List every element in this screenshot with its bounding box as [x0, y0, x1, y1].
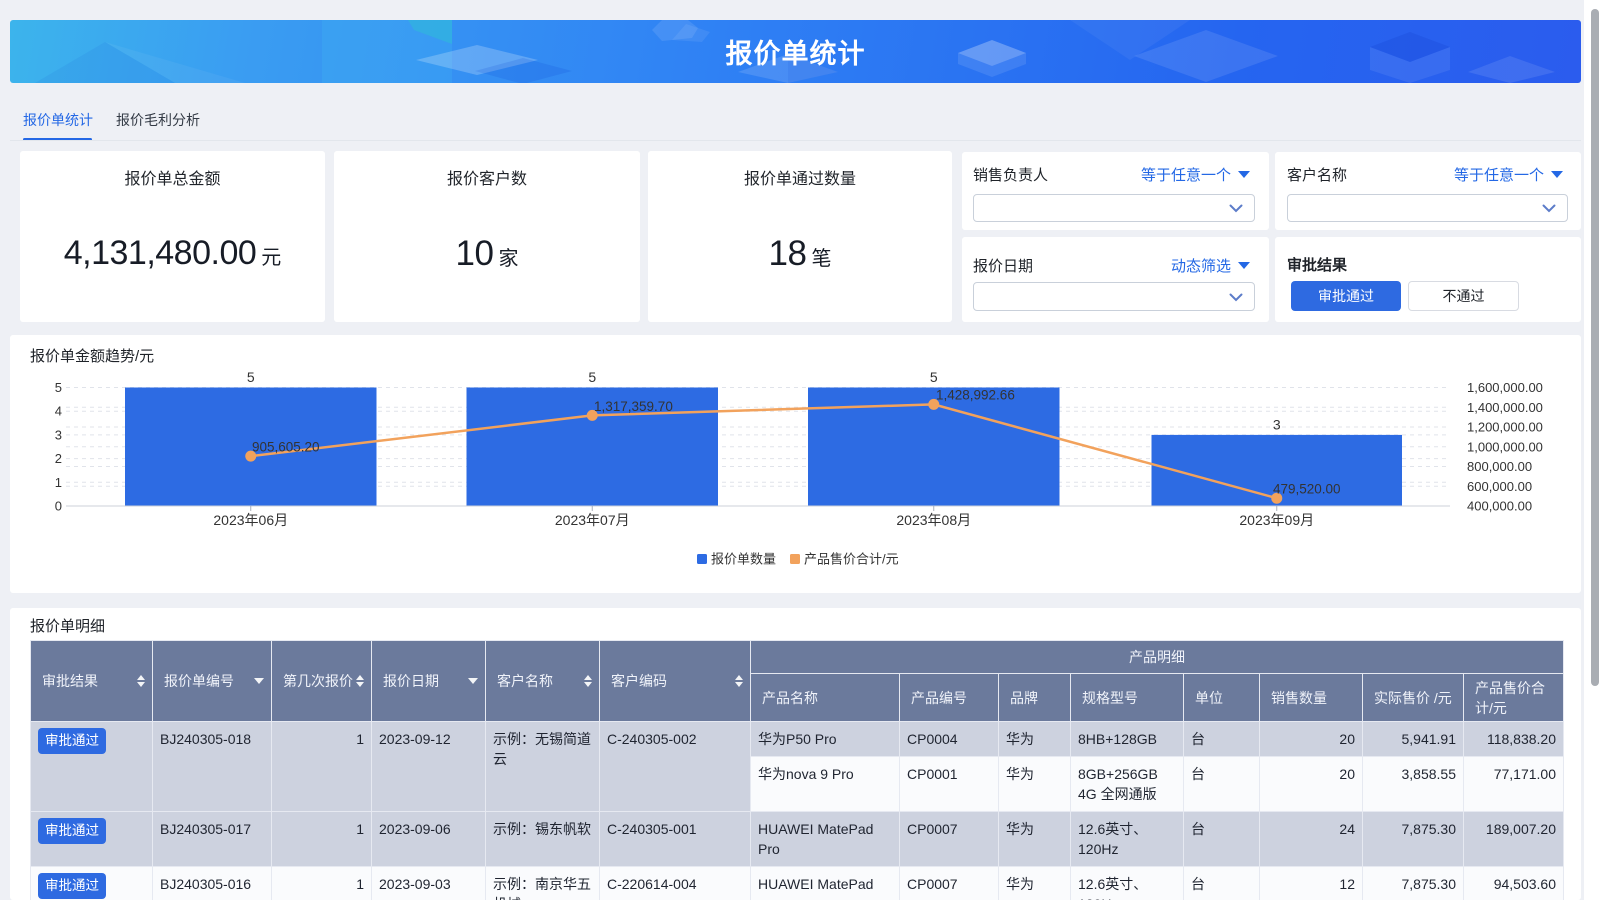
- svg-text:5: 5: [55, 380, 62, 395]
- svg-text:1,000,000.00: 1,000,000.00: [1467, 439, 1543, 454]
- svg-text:0: 0: [55, 499, 62, 514]
- svg-text:479,520.00: 479,520.00: [1273, 482, 1341, 497]
- svg-text:产品售价合计/元: 产品售价合计/元: [804, 552, 899, 567]
- svg-text:905,605.20: 905,605.20: [252, 440, 320, 455]
- svg-text:1,428,992.66: 1,428,992.66: [936, 388, 1015, 403]
- svg-text:3: 3: [1273, 417, 1281, 433]
- svg-text:2023年07月: 2023年07月: [555, 512, 630, 528]
- svg-text:5: 5: [588, 369, 596, 385]
- svg-text:1,317,359.70: 1,317,359.70: [594, 399, 673, 414]
- svg-text:2023年09月: 2023年09月: [1239, 512, 1314, 528]
- svg-text:1,600,000.00: 1,600,000.00: [1467, 380, 1543, 395]
- svg-text:600,000.00: 600,000.00: [1467, 479, 1532, 494]
- svg-text:3: 3: [55, 427, 62, 442]
- svg-text:2023年06月: 2023年06月: [213, 512, 288, 528]
- svg-text:4: 4: [55, 404, 62, 419]
- svg-text:400,000.00: 400,000.00: [1467, 499, 1532, 514]
- svg-text:2023年08月: 2023年08月: [896, 512, 971, 528]
- svg-text:1,200,000.00: 1,200,000.00: [1467, 420, 1543, 435]
- svg-text:1: 1: [55, 475, 62, 490]
- svg-text:5: 5: [247, 369, 255, 385]
- svg-text:800,000.00: 800,000.00: [1467, 459, 1532, 474]
- svg-text:2: 2: [55, 451, 62, 466]
- svg-text:报价单数量: 报价单数量: [711, 552, 776, 567]
- svg-text:1,400,000.00: 1,400,000.00: [1467, 400, 1543, 415]
- svg-text:5: 5: [930, 369, 938, 385]
